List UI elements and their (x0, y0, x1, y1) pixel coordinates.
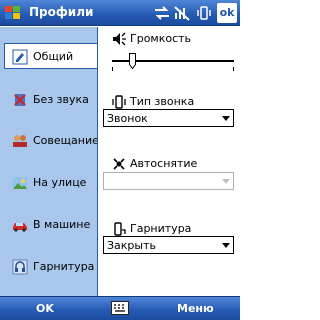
headset-profile-icon (12, 259, 28, 275)
profile-tab-car[interactable]: В машине (0, 212, 97, 238)
general-profile-icon (12, 49, 28, 65)
ring-type-value: Звонок (107, 112, 148, 125)
profile-tab-headset[interactable]: Гарнитура (0, 254, 97, 280)
profile-tab-meeting[interactable]: Совещание (0, 128, 99, 154)
chevron-down-icon (222, 243, 230, 248)
chevron-down-icon (222, 116, 230, 121)
volume-slider-thumb[interactable] (129, 53, 137, 69)
profile-tab-outdoor[interactable]: На улице (0, 170, 97, 196)
window-title: Профили (29, 5, 94, 19)
volume-tick (233, 67, 234, 71)
windows-start-icon[interactable] (3, 3, 23, 23)
title-bar: Профили ok (0, 0, 240, 26)
keyboard-icon[interactable] (111, 301, 129, 315)
profile-tab-label: Гарнитура (33, 260, 95, 273)
outdoor-profile-icon (13, 177, 27, 189)
ring-type-icon (112, 95, 126, 109)
profile-settings-panel: Громкость Тип звонка Звонок Автоснятие Г… (97, 27, 240, 296)
auto-answer-dropdown[interactable] (103, 172, 234, 190)
ring-type-label: Тип звонка (130, 95, 195, 108)
ok-button[interactable]: ok (217, 3, 237, 23)
softkey-menu-button[interactable]: Меню (177, 302, 214, 315)
headset-label: Гарнитура (130, 222, 192, 235)
ring-type-dropdown[interactable]: Звонок (103, 109, 234, 127)
silent-profile-icon (14, 94, 26, 106)
profile-tab-silent[interactable]: Без звука (0, 87, 97, 113)
profile-tab-label: Общий (33, 50, 74, 63)
volume-icon (113, 32, 126, 46)
profile-list: Общий Без звука Совещание На улице В маш… (0, 27, 99, 296)
volume-tick (112, 67, 113, 71)
car-profile-icon (13, 223, 27, 232)
softkey-ok-button[interactable]: OK (36, 302, 54, 315)
softkey-bar: OK Меню (0, 296, 240, 320)
no-signal-icon[interactable] (173, 4, 191, 22)
profile-tab-general[interactable]: Общий (4, 43, 97, 69)
headset-icon (114, 222, 126, 236)
connectivity-icon[interactable] (153, 4, 171, 22)
profile-tab-label: Без звука (33, 93, 89, 106)
profile-tab-label: Совещание (33, 134, 99, 147)
headset-value: Закрыть (107, 239, 156, 252)
profile-tab-label: На улице (33, 176, 87, 189)
profile-tab-label: В машине (33, 218, 91, 231)
volume-label: Громкость (130, 32, 192, 45)
auto-answer-icon (113, 158, 125, 170)
auto-answer-label: Автоснятие (130, 157, 198, 170)
headset-dropdown[interactable]: Закрыть (103, 236, 234, 254)
chevron-down-icon (222, 179, 230, 184)
meeting-profile-icon (13, 135, 27, 147)
vibrate-icon[interactable] (195, 4, 213, 22)
